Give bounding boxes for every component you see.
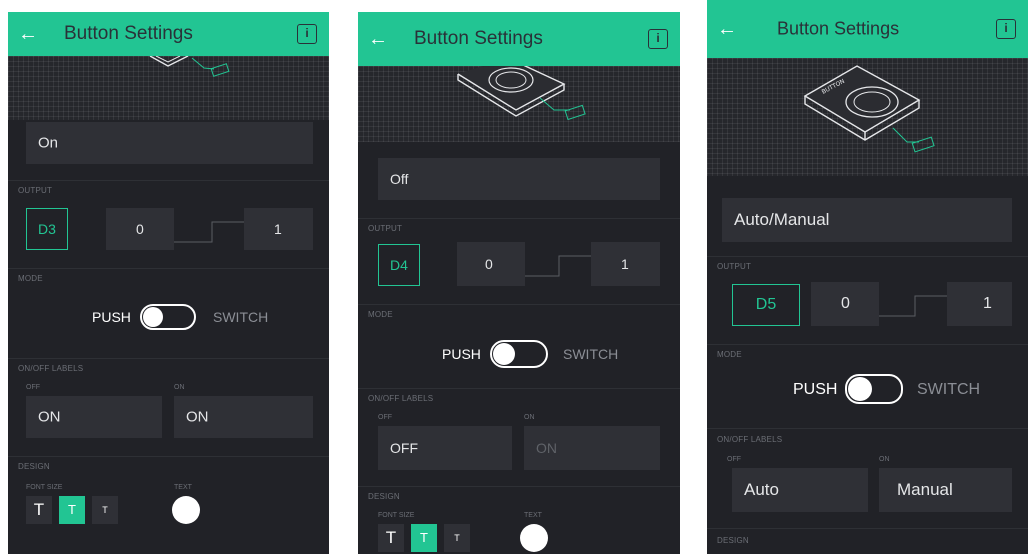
mode-switch-label[interactable]: SWITCH (563, 346, 618, 362)
off-label-input[interactable]: Auto (732, 468, 868, 512)
on-label-input[interactable]: ON (524, 426, 660, 470)
screen-2: ← Button Settings i Off OUTPUT D4 0 1 MO… (358, 12, 680, 554)
off-caption: OFF (378, 414, 392, 421)
section-divider (8, 358, 329, 359)
output-low-value[interactable]: 0 (457, 242, 525, 286)
output-high-value[interactable]: 1 (947, 282, 1012, 326)
font-size-medium-button[interactable]: T (59, 496, 85, 524)
screen-3: ← Button Settings i BUTTON Auto/Manual O… (707, 0, 1028, 554)
text-color-swatch[interactable] (172, 496, 200, 524)
section-divider (707, 256, 1028, 257)
info-icon[interactable]: i (297, 24, 317, 44)
page-title: Button Settings (777, 18, 900, 39)
section-divider (707, 528, 1028, 529)
labels-section-label: ON/OFF LABELS (18, 364, 84, 373)
output-signal-icon (174, 221, 246, 243)
output-pin-button[interactable]: D4 (378, 244, 420, 286)
section-divider (8, 180, 329, 181)
button-name-field[interactable]: Off (378, 158, 660, 200)
mode-push-label[interactable]: PUSH (92, 309, 131, 325)
output-low-value[interactable]: 0 (106, 208, 174, 250)
output-low-value[interactable]: 0 (811, 282, 879, 326)
off-label-input[interactable]: ON (26, 396, 162, 438)
app-bar: ← Button Settings i (8, 12, 329, 56)
labels-section-label: ON/OFF LABELS (717, 435, 783, 444)
on-caption: ON (524, 414, 535, 421)
mode-section-label: MODE (18, 274, 43, 283)
design-section-label: DESIGN (368, 492, 400, 501)
mode-toggle[interactable] (490, 340, 548, 368)
button-widget-icon (149, 56, 230, 77)
on-caption: ON (879, 456, 890, 463)
page-title: Button Settings (414, 28, 543, 49)
app-bar: ← Button Settings i (707, 0, 1028, 58)
button-widget-icon: BUTTON (803, 65, 935, 153)
off-caption: OFF (727, 456, 741, 463)
app-bar: ← Button Settings i (358, 12, 680, 66)
font-size-caption: FONT SIZE (378, 512, 415, 519)
output-section-label: OUTPUT (368, 224, 403, 233)
off-label-input[interactable]: OFF (378, 426, 512, 470)
output-pin-button[interactable]: D3 (26, 208, 68, 250)
mode-push-label[interactable]: PUSH (793, 381, 837, 399)
mode-toggle[interactable] (845, 374, 903, 404)
arrow-left-icon[interactable]: ← (368, 29, 388, 49)
section-divider (707, 428, 1028, 429)
mode-switch-label[interactable]: SWITCH (917, 381, 980, 399)
mode-toggle[interactable] (140, 304, 196, 330)
section-divider (358, 388, 680, 389)
page-title: Button Settings (64, 23, 193, 44)
output-signal-icon (525, 255, 593, 277)
design-section-label: DESIGN (18, 462, 50, 471)
arrow-left-icon[interactable]: ← (18, 24, 38, 44)
on-label-input[interactable]: ON (174, 396, 313, 438)
button-illustration (8, 56, 329, 120)
font-size-small-button[interactable]: T (444, 524, 470, 552)
button-name-field[interactable]: On (26, 122, 313, 164)
mode-section-label: MODE (368, 310, 393, 319)
output-high-value[interactable]: 1 (244, 208, 313, 250)
labels-section-label: ON/OFF LABELS (368, 394, 434, 403)
text-color-caption: TEXT (524, 512, 542, 519)
toggle-knob (493, 343, 515, 365)
button-illustration: BUTTON (707, 58, 1028, 176)
info-icon[interactable]: i (648, 29, 668, 49)
button-name-field[interactable]: Auto/Manual (722, 198, 1012, 242)
section-divider (8, 456, 329, 457)
font-size-large-button[interactable]: T (26, 496, 52, 524)
arrow-left-icon[interactable]: ← (717, 19, 737, 39)
output-section-label: OUTPUT (717, 262, 752, 271)
section-divider (358, 486, 680, 487)
mode-section-label: MODE (717, 350, 742, 359)
toggle-knob (848, 377, 872, 401)
button-illustration (358, 66, 680, 142)
text-color-swatch[interactable] (520, 524, 548, 552)
toggle-knob (143, 307, 163, 327)
font-size-small-button[interactable]: T (92, 496, 118, 524)
off-caption: OFF (26, 384, 40, 391)
mode-push-label[interactable]: PUSH (442, 346, 481, 362)
on-caption: ON (174, 384, 185, 391)
section-divider (358, 218, 680, 219)
section-divider (358, 304, 680, 305)
button-widget-icon (457, 66, 586, 121)
output-high-value[interactable]: 1 (591, 242, 660, 286)
screen-1: ← Button Settings i On OUTPUT D3 0 1 MOD… (8, 12, 329, 554)
output-section-label: OUTPUT (18, 186, 53, 195)
design-section-label: DESIGN (717, 536, 749, 545)
output-signal-icon (879, 295, 949, 317)
text-color-caption: TEXT (174, 484, 192, 491)
font-size-large-button[interactable]: T (378, 524, 404, 552)
output-pin-button[interactable]: D5 (732, 284, 800, 326)
on-label-input[interactable]: Manual (879, 468, 1012, 512)
section-divider (8, 268, 329, 269)
font-size-caption: FONT SIZE (26, 484, 63, 491)
section-divider (707, 344, 1028, 345)
mode-switch-label[interactable]: SWITCH (213, 309, 268, 325)
info-icon[interactable]: i (996, 19, 1016, 39)
font-size-medium-button[interactable]: T (411, 524, 437, 552)
